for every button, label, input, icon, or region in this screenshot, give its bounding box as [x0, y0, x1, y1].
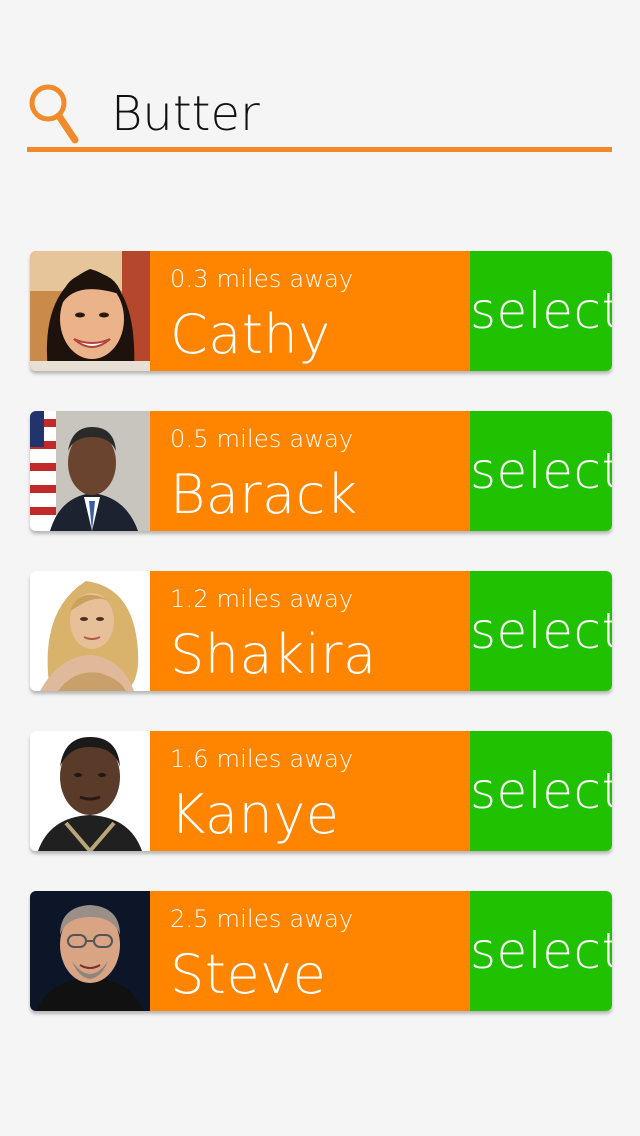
avatar: [30, 411, 150, 531]
avatar: [30, 571, 150, 691]
person-name: Barack: [170, 463, 358, 526]
result-info: 1.2 miles away Shakira: [150, 571, 470, 691]
result-info: 0.3 miles away Cathy: [150, 251, 470, 371]
result-info: 1.6 miles away Kanye: [150, 731, 470, 851]
search-bar: [27, 80, 612, 152]
avatar: [30, 731, 150, 851]
person-name: Kanye: [170, 783, 340, 846]
list-item[interactable]: 0.5 miles away Barack select: [30, 411, 612, 531]
results-list: 0.3 miles away Cathy select 0.5 miles aw…: [30, 251, 612, 1051]
list-item[interactable]: 1.2 miles away Shakira select: [30, 571, 612, 691]
avatar: [30, 251, 150, 371]
select-button[interactable]: select: [470, 731, 612, 851]
list-item[interactable]: 0.3 miles away Cathy select: [30, 251, 612, 371]
person-name: Cathy: [170, 303, 331, 366]
list-item[interactable]: 1.6 miles away Kanye select: [30, 731, 612, 851]
select-button[interactable]: select: [470, 571, 612, 691]
list-item[interactable]: 2.5 miles away Steve select: [30, 891, 612, 1011]
result-info: 0.5 miles away Barack: [150, 411, 470, 531]
distance-label: 0.5 miles away: [170, 425, 354, 453]
search-icon[interactable]: [27, 82, 83, 146]
result-info: 2.5 miles away Steve: [150, 891, 470, 1011]
select-button[interactable]: select: [470, 891, 612, 1011]
distance-label: 1.2 miles away: [170, 585, 354, 613]
person-name: Steve: [170, 943, 327, 1006]
distance-label: 2.5 miles away: [170, 905, 354, 933]
avatar: [30, 891, 150, 1011]
person-name: Shakira: [170, 623, 377, 686]
search-input[interactable]: [111, 84, 591, 144]
distance-label: 0.3 miles away: [170, 265, 354, 293]
distance-label: 1.6 miles away: [170, 745, 354, 773]
select-button[interactable]: select: [470, 411, 612, 531]
select-button[interactable]: select: [470, 251, 612, 371]
